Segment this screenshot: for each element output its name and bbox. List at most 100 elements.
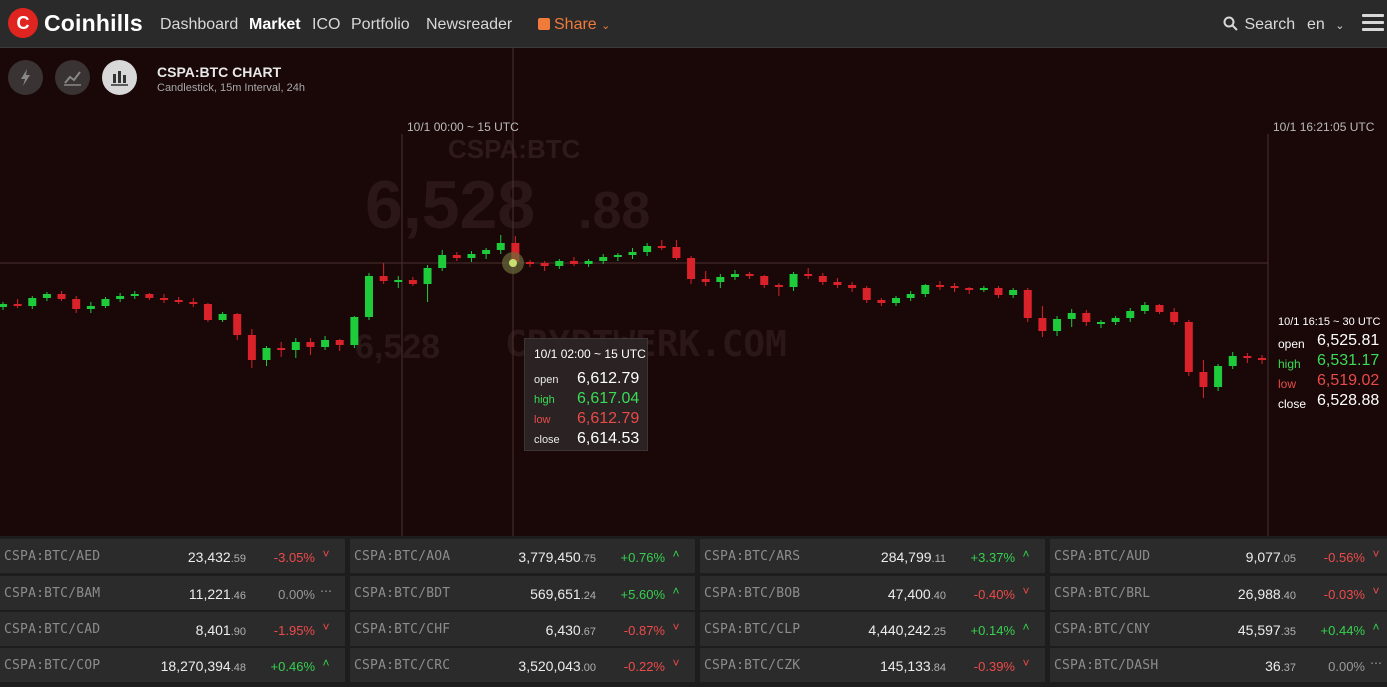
language-select[interactable]: en ⌄ xyxy=(1307,16,1344,34)
candle-body xyxy=(42,294,51,298)
candle-body xyxy=(1243,356,1252,358)
last-low-value: 6,519.02 xyxy=(1317,372,1380,389)
nav-newsreader[interactable]: Newsreader xyxy=(426,16,512,34)
ticker-price-dec: .37 xyxy=(1280,662,1296,674)
nav-ico[interactable]: ICO xyxy=(312,16,340,34)
ticker-price: 45,597.35 xyxy=(1146,622,1296,638)
search-button[interactable]: Search xyxy=(1223,16,1295,34)
candle-body xyxy=(291,342,300,350)
last-high-label: high xyxy=(1278,357,1301,371)
candle-body xyxy=(262,348,271,360)
candle-body xyxy=(1184,322,1193,372)
candle-body xyxy=(306,342,315,347)
candle-body xyxy=(130,294,139,296)
candle-body xyxy=(804,274,813,276)
ticker-cell[interactable]: CSPA:BTC/AUD 9,077.05 -0.56% ˅ xyxy=(1050,539,1387,573)
candle-body xyxy=(86,306,95,309)
language-value: en xyxy=(1307,16,1325,33)
ticker-price: 4,440,242.25 xyxy=(796,622,946,638)
ticker-pair: CSPA:BTC/CRC xyxy=(354,658,451,673)
ticker-cell[interactable]: CSPA:BTC/CLP 4,440,242.25 +0.14% ˄ xyxy=(700,612,1045,646)
ticker-pair: CSPA:BTC/BRL xyxy=(1054,586,1151,601)
menu-icon[interactable] xyxy=(1362,14,1384,32)
candle-body xyxy=(540,263,549,266)
ticker-cell[interactable]: CSPA:BTC/BOB 47,400.40 -0.40% ˅ xyxy=(700,576,1045,610)
ticker-price: 36.37 xyxy=(1146,658,1296,674)
nav-market[interactable]: Market xyxy=(249,16,301,34)
candle-body xyxy=(745,274,754,276)
ticker-pair: CSPA:BTC/BDT xyxy=(354,586,451,601)
ticker-cell[interactable]: CSPA:BTC/CHF 6,430.67 -0.87% ˅ xyxy=(350,612,695,646)
candle-body xyxy=(408,280,417,284)
candle-body xyxy=(28,298,37,306)
ticker-change: +0.44% xyxy=(1320,623,1365,638)
ticker-price-dec: .75 xyxy=(580,553,596,565)
chevron-down-icon: ⌄ xyxy=(601,20,611,32)
last-close-label: close xyxy=(1278,397,1307,411)
candle-body xyxy=(1126,311,1135,318)
ticker-change: +0.46% xyxy=(270,659,315,674)
ticker-change: -3.05% xyxy=(273,550,315,565)
ticker-cell[interactable]: CSPA:BTC/BDT 569,651.24 +5.60% ˄ xyxy=(350,576,695,610)
ticker-cell[interactable]: CSPA:BTC/AOA 3,779,450.75 +0.76% ˄ xyxy=(350,539,695,573)
candle-body xyxy=(101,299,110,306)
share-button[interactable]: Share ⌄ xyxy=(538,16,610,34)
chevron-up-icon: ˄ xyxy=(322,656,330,670)
ticker-price-int: 145,133 xyxy=(880,658,931,674)
candle-body xyxy=(613,255,622,257)
ticker-price-int: 26,988 xyxy=(1237,586,1281,602)
ticker-cell[interactable]: CSPA:BTC/CNY 45,597.35 +0.44% ˄ xyxy=(1050,612,1387,646)
ticker-cell[interactable]: CSPA:BTC/COP 18,270,394.48 +0.46% ˄ xyxy=(0,648,345,682)
candle-body xyxy=(350,317,359,345)
ticker-cell[interactable]: CSPA:BTC/ARS 284,799.11 +3.37% ˄ xyxy=(700,539,1045,573)
ticker-price: 3,779,450.75 xyxy=(446,549,596,565)
chevron-up-icon: ˄ xyxy=(1372,620,1380,634)
ticker-cell[interactable]: CSPA:BTC/CRC 3,520,043.00 -0.22% ˅ xyxy=(350,648,695,682)
candle-body xyxy=(935,285,944,287)
candle-body xyxy=(643,246,652,252)
candle-body xyxy=(687,258,696,279)
chart-panel: CSPA:BTC CHART Candlestick, 15m Interval… xyxy=(0,48,1387,536)
candle-body xyxy=(1199,372,1208,387)
chevron-up-icon: ˄ xyxy=(1022,547,1030,561)
ticker-price: 11,221.46 xyxy=(96,586,246,602)
ticker-cell[interactable]: CSPA:BTC/AED 23,432.59 -3.05% ˅ xyxy=(0,539,345,573)
ticker-price-dec: .05 xyxy=(1280,553,1296,565)
candle-body xyxy=(1096,322,1105,324)
ticker-price: 26,988.40 xyxy=(1146,586,1296,602)
coinhills-logo-icon[interactable]: C xyxy=(8,8,38,38)
last-close-value: 6,528.88 xyxy=(1317,392,1380,409)
ticker-cell[interactable]: CSPA:BTC/CAD 8,401.90 -1.95% ˅ xyxy=(0,612,345,646)
candle-body xyxy=(160,298,169,300)
candle-body xyxy=(862,288,871,300)
candle-body xyxy=(218,314,227,320)
ticker-price-int: 45,597 xyxy=(1237,622,1281,638)
last-high-value: 6,531.17 xyxy=(1317,352,1380,369)
chevron-down-icon: ˅ xyxy=(322,547,330,561)
ticker-price-dec: .59 xyxy=(230,553,246,565)
ticker-cell[interactable]: CSPA:BTC/CZK 145,133.84 -0.39% ˅ xyxy=(700,648,1045,682)
last-candle-title: 10/1 16:15 ~ 30 UTC xyxy=(1278,316,1381,328)
ticker-cell[interactable]: CSPA:BTC/BAM 11,221.46 0.00% ⋯ xyxy=(0,576,345,610)
candle-body xyxy=(364,276,373,317)
ticker-cell[interactable]: CSPA:BTC/BRL 26,988.40 -0.03% ˅ xyxy=(1050,576,1387,610)
candlestick-chart[interactable]: CSPA:BTC 6,528 .88 6,528 CRYPTWERK.COM xyxy=(0,48,1387,536)
ticker-pair: CSPA:BTC/CAD xyxy=(4,622,101,637)
nav-portfolio[interactable]: Portfolio xyxy=(351,16,410,34)
candle-body xyxy=(730,274,739,277)
nav-dashboard[interactable]: Dashboard xyxy=(160,16,238,34)
ticker-change: -0.39% xyxy=(973,659,1015,674)
more-icon: ⋯ xyxy=(320,584,332,598)
site-logo-text[interactable]: Coinhills xyxy=(44,10,143,37)
candle-body xyxy=(496,243,505,250)
candle-body xyxy=(394,280,403,282)
candle-body xyxy=(57,294,66,299)
tooltip-high-label: high xyxy=(534,394,555,406)
candle-body xyxy=(1038,318,1047,331)
ticker-change: -0.56% xyxy=(1323,550,1365,565)
ticker-cell[interactable]: CSPA:BTC/DASH 36.37 0.00% ⋯ xyxy=(1050,648,1387,682)
ticker-price-int: 569,651 xyxy=(530,586,581,602)
chevron-down-icon: ˅ xyxy=(1022,656,1030,670)
tooltip-low-label: low xyxy=(534,414,551,426)
chevron-down-icon: ˅ xyxy=(672,656,680,670)
